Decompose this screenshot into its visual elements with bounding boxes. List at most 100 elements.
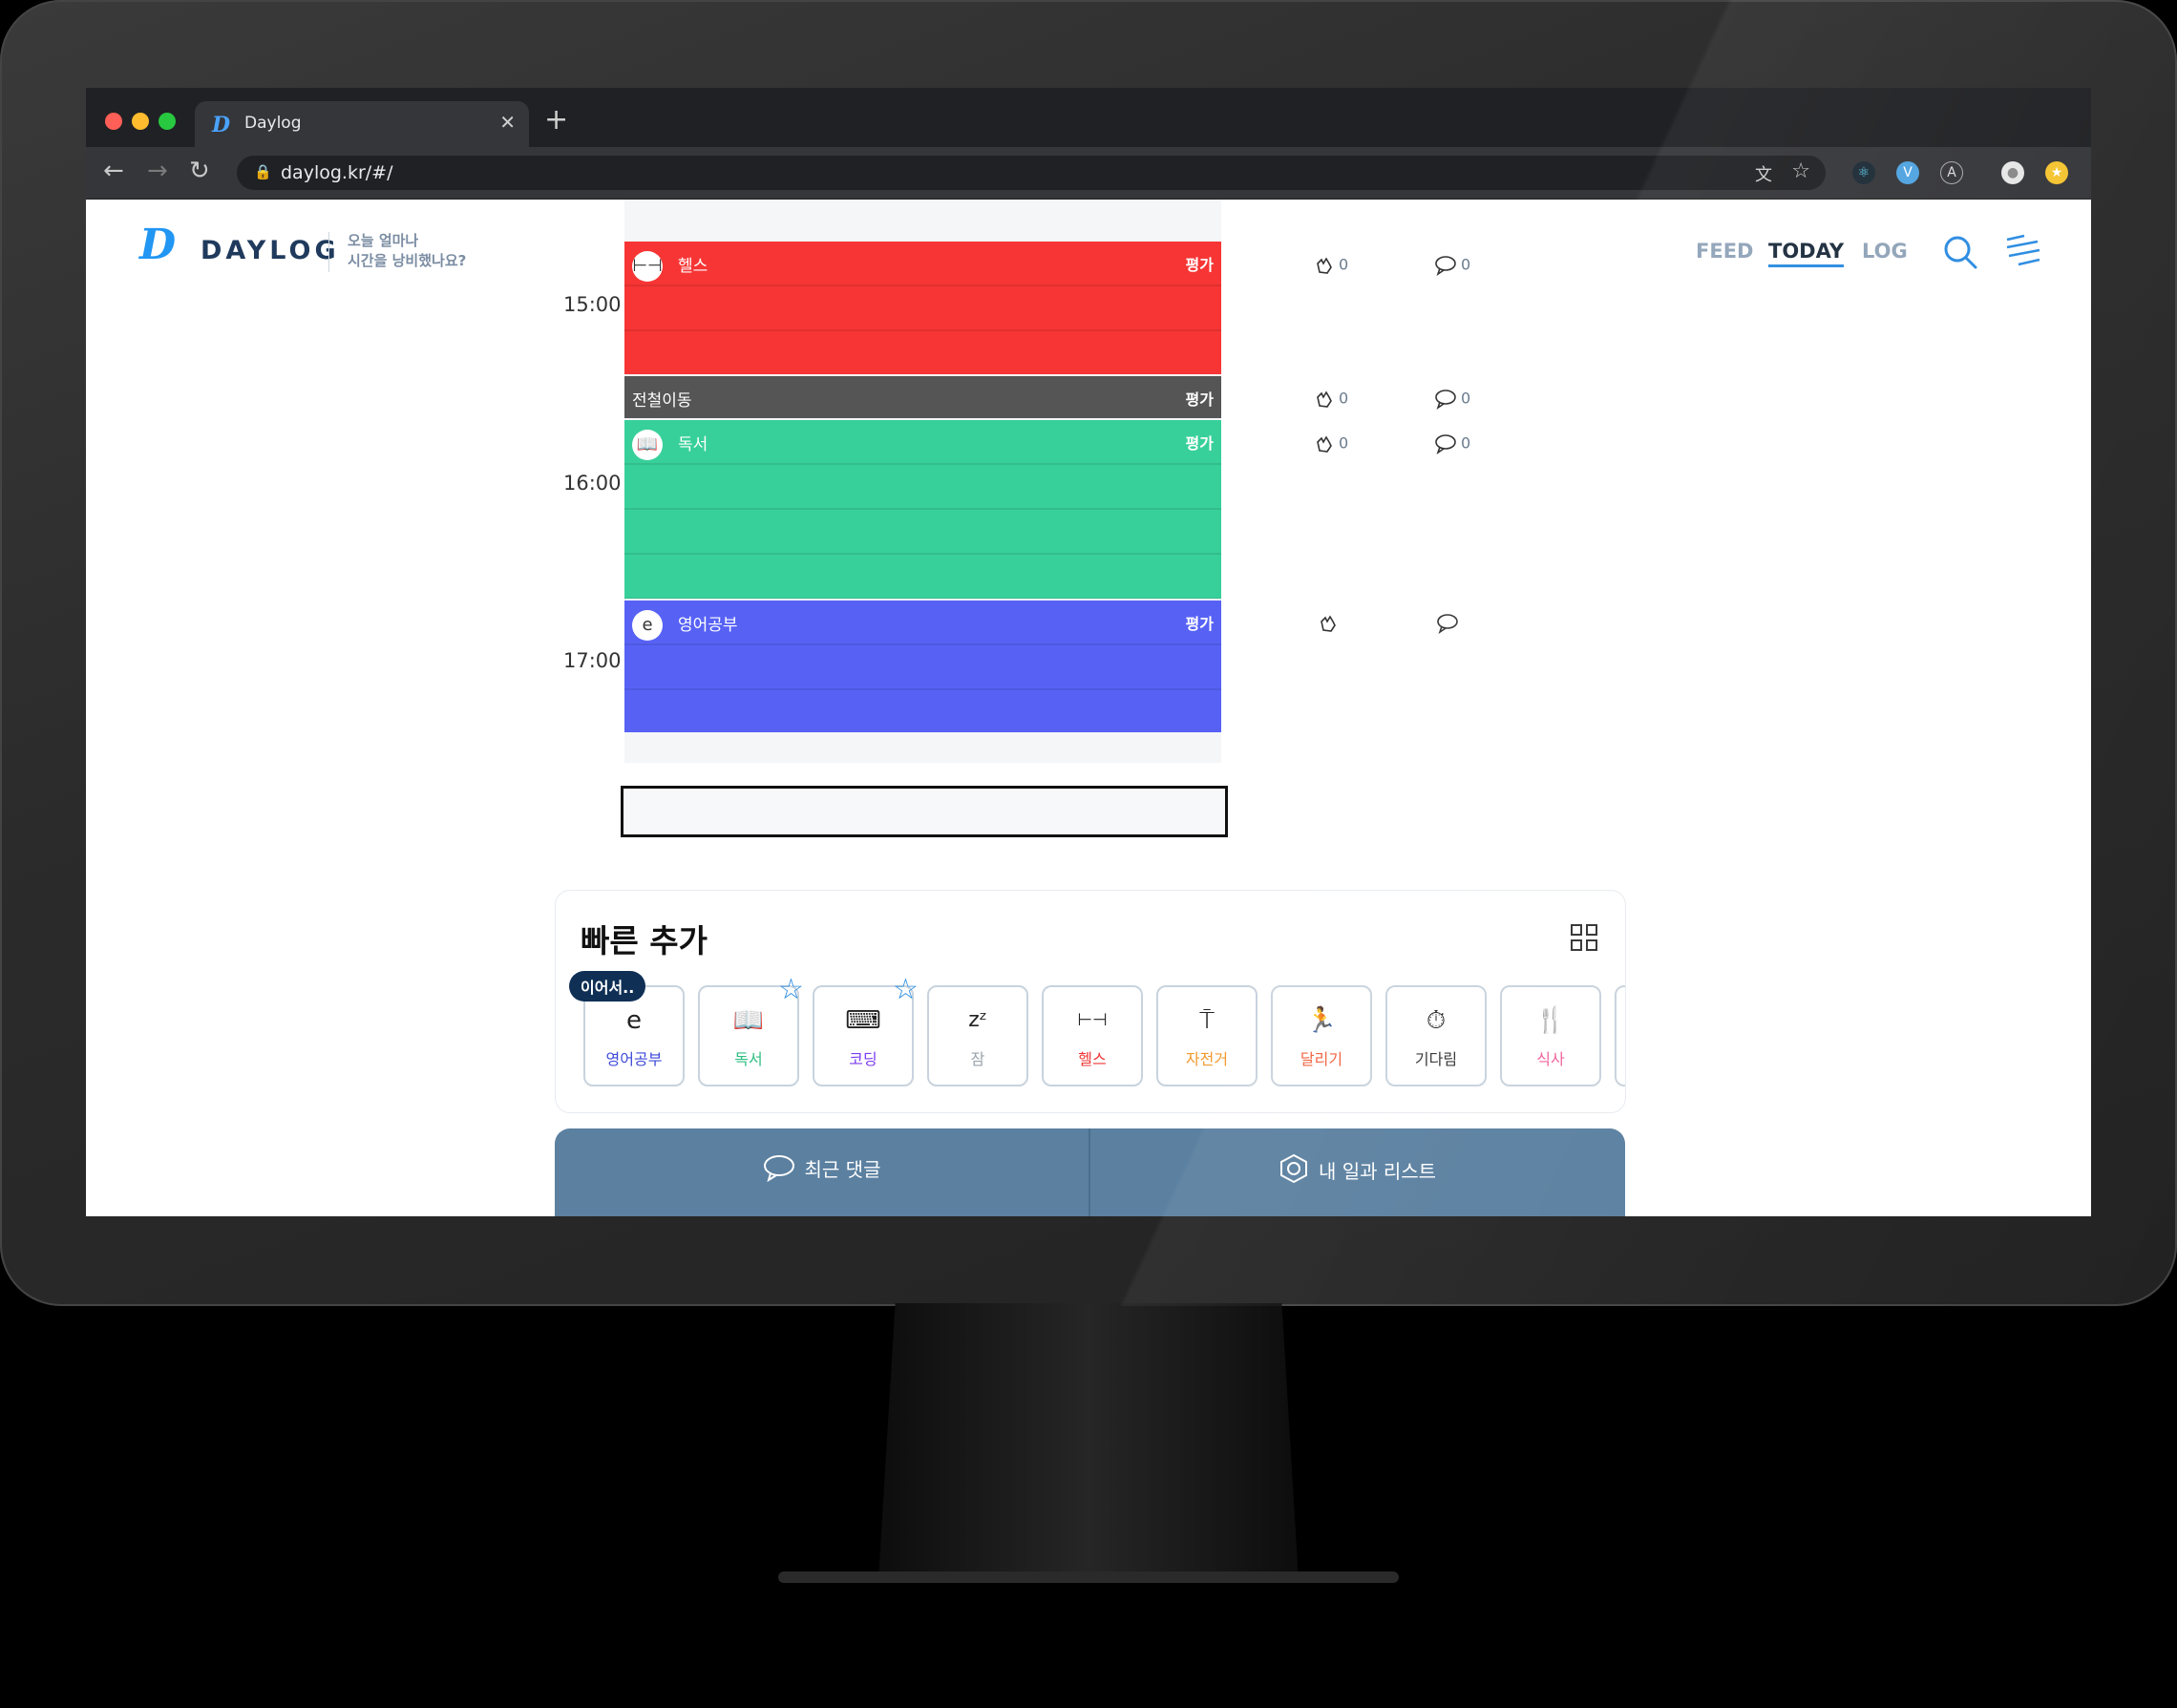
clap-reaction[interactable]: 0 [1314,433,1348,454]
slot-stripes [624,420,1221,599]
daylog-page: D DAYLOG 오늘 얼마나 시간을 낭비했나요? FEED TODAY LO… [86,200,2091,1216]
tagline-line2: 시간을 낭비했나요? [348,252,467,269]
clap-reaction[interactable]: 0 [1314,255,1348,276]
menu-icon[interactable] [2005,234,2041,270]
clap-count: 0 [1339,389,1349,408]
nav-feed[interactable]: FEED [1696,240,1753,263]
quick-add-sleep[interactable]: zᶻ 잠 [927,985,1028,1086]
timeline-slot-english[interactable]: e 영어공부 평가 [624,601,1221,732]
time-label-17: 17:00 [563,649,622,672]
grid-icon[interactable] [1570,923,1598,952]
tab-strip: D Daylog ✕ + [86,88,2091,147]
quick-add-label: 자전거 [1185,1050,1229,1068]
daylog-logo-icon[interactable]: D [139,221,176,269]
dumbbell-icon: ⊢⊣ [1077,1010,1108,1030]
quick-add-meal[interactable]: 🍴 식사 [1500,985,1601,1086]
clap-reaction[interactable] [1318,613,1342,634]
book-icon: 📖 [732,1006,765,1035]
vue-extension-icon[interactable]: V [1896,161,1919,184]
quick-add-bicycle[interactable]: ⍑ 자전거 [1156,985,1258,1086]
english-icon: e [632,610,663,641]
browser-tab[interactable]: D Daylog ✕ [195,101,529,147]
time-label-15: 15:00 [563,293,622,316]
clap-icon [1317,390,1332,408]
resume-badge[interactable]: 이어서.. [569,971,646,1002]
bookmark-star-icon[interactable]: ☆ [1791,159,1810,183]
favorite-star-icon[interactable]: ☆ [778,973,804,1006]
quick-add-label: 영어공부 [605,1050,663,1068]
recent-comments-label: 최근 댓글 [804,1158,881,1181]
new-slot-placeholder[interactable] [621,786,1228,837]
rate-button[interactable]: 평가 [1186,387,1214,410]
my-routine-list-button[interactable]: 내 일과 리스트 [1090,1128,1624,1216]
back-icon[interactable]: ← [103,157,124,185]
my-routine-list-label: 내 일과 리스트 [1318,1160,1437,1183]
favorite-star-icon[interactable]: ☆ [893,973,919,1006]
book-icon: 📖 [632,430,663,460]
quick-add-fitness[interactable]: ⊢⊣ 헬스 [1042,985,1143,1086]
close-window-button[interactable] [105,113,122,130]
comment-icon [1435,390,1456,410]
extension-yellow-icon[interactable]: ★ [2045,161,2068,184]
profile-avatar-icon[interactable]: ● [2001,161,2024,184]
quick-add-label: 독서 [734,1050,763,1068]
logo-text[interactable]: DAYLOG [201,236,340,265]
search-icon[interactable] [1942,234,1978,270]
comment-reaction[interactable]: 0 [1434,255,1470,276]
quick-add-panel: 빠른 추가 e 영어공부 📖 독서 ⌨ 코딩 zᶻ 잠 ⊢⊣ 헬스 ⍑ 자전거 … [555,890,1626,1113]
clap-reaction[interactable]: 0 [1314,389,1348,410]
time-label-16: 16:00 [563,472,622,495]
comment-count: 0 [1461,389,1471,408]
browser-window: D Daylog ✕ + ← → ↻ 🔒 daylog.kr/#/ 文 ☆ ⚛ … [86,88,2091,1216]
translate-icon[interactable]: 文 [1755,161,1772,186]
daylog-favicon-icon: D [212,113,231,137]
quick-add-label: 코딩 [849,1050,877,1068]
monitor-stand-neck [878,1303,1299,1580]
coding-icon: ⌨ [845,1006,881,1035]
rate-button[interactable]: 평가 [1186,252,1214,275]
nav-log[interactable]: LOG [1862,240,1908,263]
react-devtools-icon[interactable]: ⚛ [1852,161,1875,184]
url-text[interactable]: daylog.kr/#/ [281,162,393,183]
new-tab-button[interactable]: + [544,103,568,137]
quick-add-label: 달리기 [1300,1050,1343,1068]
quick-add-running[interactable]: 🏃 달리기 [1271,985,1372,1086]
slot-name: 독서 [678,435,708,454]
tagline: 오늘 얼마나 시간을 낭비했나요? [348,231,466,271]
rate-button[interactable]: 평가 [1186,431,1214,453]
quick-add-more[interactable] [1615,985,1625,1086]
recent-comments-button[interactable]: 최근 댓글 [555,1128,1088,1216]
timeline-slot-commute[interactable]: 전철이동 평가 [624,376,1221,418]
clap-icon [1317,257,1332,274]
comment-reaction[interactable]: 0 [1434,433,1470,454]
comment-bubble-icon [763,1155,794,1183]
comment-icon [1435,434,1456,454]
tab-title: Daylog [244,114,302,133]
quick-add-label: 기다림 [1414,1050,1458,1068]
stopwatch-icon: ⏱ [1426,1006,1447,1035]
logo-divider [328,232,329,272]
english-icon: e [626,1006,642,1035]
nav-today[interactable]: TODAY [1768,240,1845,267]
address-bar[interactable]: 🔒 daylog.kr/#/ 文 ☆ [237,156,1826,190]
maximize-window-button[interactable] [159,113,176,130]
minimize-window-button[interactable] [132,113,149,130]
timeline-slot-fitness[interactable]: ⊢⊣ 헬스 평가 [624,242,1221,374]
timeline-slot-reading[interactable]: 📖 독서 평가 [624,420,1221,599]
rate-button[interactable]: 평가 [1186,611,1214,634]
extension-a-icon[interactable]: A [1940,161,1963,184]
sleep-icon: zᶻ [968,1008,987,1032]
comment-reaction[interactable]: 0 [1434,389,1470,410]
comment-count: 0 [1461,433,1471,453]
hexagon-icon [1279,1153,1307,1184]
tab-close-icon[interactable]: ✕ [499,111,516,134]
quick-add-label: 잠 [970,1050,985,1068]
quick-add-label: 식사 [1536,1050,1565,1068]
clap-icon [1317,435,1332,453]
reload-icon[interactable]: ↻ [189,157,210,185]
quick-add-waiting[interactable]: ⏱ 기다림 [1385,985,1487,1086]
slot-name: 영어공부 [678,616,738,635]
forward-icon[interactable]: → [147,157,168,185]
bottom-action-bar: 최근 댓글 내 일과 리스트 [555,1128,1625,1216]
comment-reaction[interactable] [1436,613,1463,634]
